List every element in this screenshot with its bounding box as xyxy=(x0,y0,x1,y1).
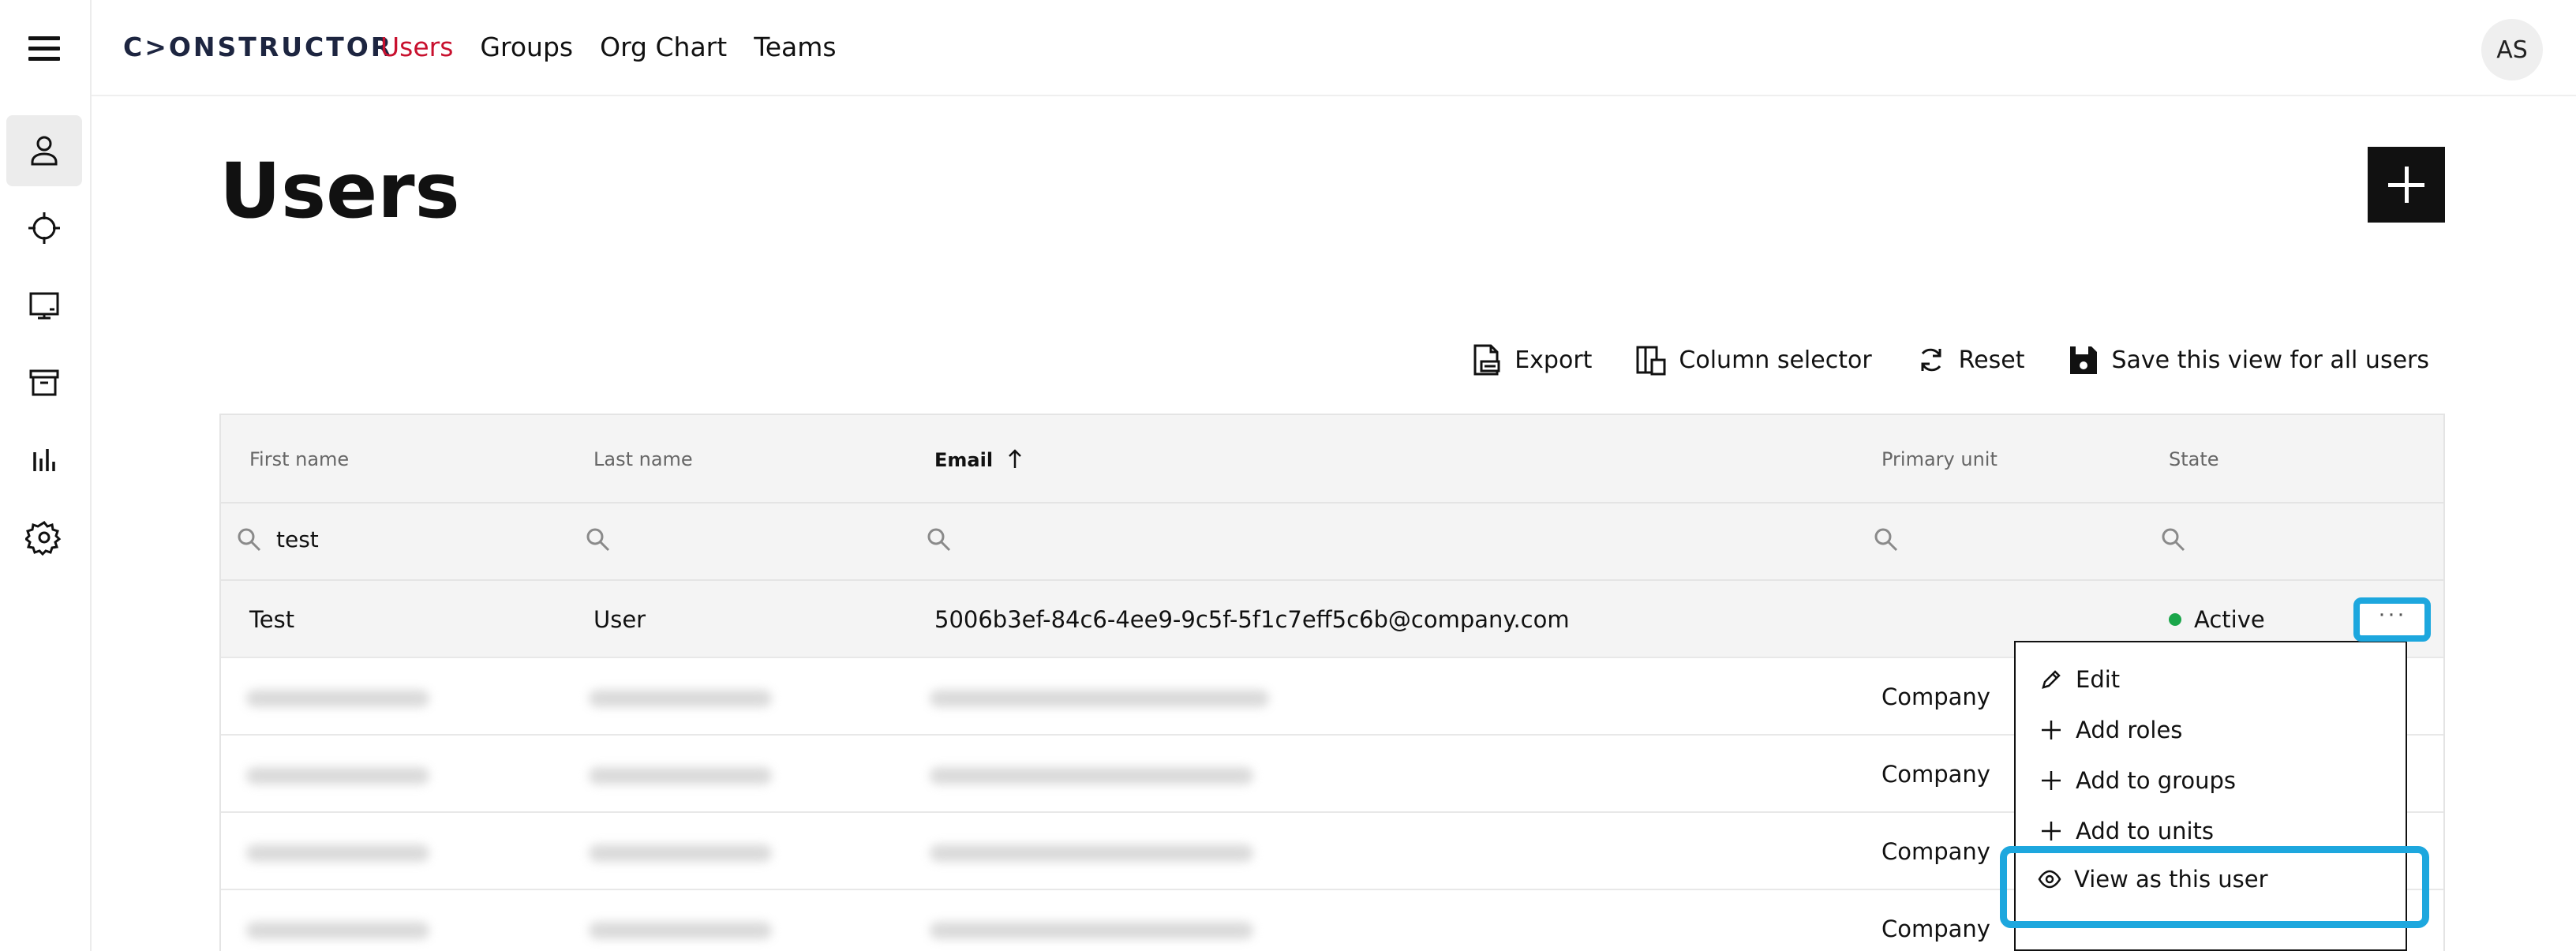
search-icon xyxy=(2162,528,2185,552)
reset-icon xyxy=(1921,348,1941,372)
status-dot xyxy=(2169,613,2181,626)
export-button[interactable]: Export xyxy=(1470,343,1592,377)
row-actions-button[interactable]: ··· xyxy=(2353,597,2431,642)
filter-first-name[interactable]: test xyxy=(235,526,319,552)
search-icon xyxy=(586,528,610,552)
header-last-name[interactable]: Last name xyxy=(593,448,693,470)
save-icon xyxy=(2070,346,2098,374)
export-label: Export xyxy=(1515,346,1593,374)
plus-icon xyxy=(2042,771,2061,790)
blurred-text xyxy=(589,922,772,939)
blurred-text xyxy=(246,690,429,707)
filter-email[interactable] xyxy=(925,526,952,552)
rail-item-analytics[interactable] xyxy=(6,425,82,496)
cell-primary-unit: Company xyxy=(1881,915,1990,942)
blurred-text xyxy=(589,767,772,784)
save-view-label: Save this view for all users xyxy=(2111,346,2429,374)
eye-icon xyxy=(2038,870,2061,889)
nav-teams[interactable]: Teams xyxy=(754,32,836,62)
filter-first-name-value[interactable]: test xyxy=(276,526,319,552)
search-icon xyxy=(1874,528,1898,552)
menu-item-add-to-units[interactable]: Add to units xyxy=(2039,818,2214,844)
table-header: First name Last name Email Primary unit … xyxy=(221,415,2443,504)
header-email[interactable]: Email xyxy=(934,448,1023,471)
rail-item-crosshair[interactable] xyxy=(6,193,82,264)
cell-primary-unit: Company xyxy=(1881,838,1990,865)
blurred-text xyxy=(589,690,772,707)
presentation-icon xyxy=(29,292,59,320)
menu-item-add-roles[interactable]: Add roles xyxy=(2039,717,2182,743)
rail-item-archive[interactable] xyxy=(6,347,82,418)
top-bar: C>ONSTRUCTOR Users Groups Org Chart Team… xyxy=(92,0,2576,96)
rail-item-users[interactable] xyxy=(6,115,82,186)
row-actions-menu: Edit Add roles Add to groups Add to unit… xyxy=(2014,641,2407,951)
cell-primary-unit: Company xyxy=(1881,761,1990,788)
menu-item-label: View as this user xyxy=(2074,866,2268,893)
filter-state[interactable] xyxy=(2159,526,2186,552)
cell-last-name: User xyxy=(593,606,646,633)
blurred-text xyxy=(589,844,772,862)
menu-item-label: Add to units xyxy=(2076,818,2214,844)
gear-icon xyxy=(25,521,62,556)
nav-users[interactable]: Users xyxy=(380,32,453,62)
filter-row: test xyxy=(221,504,2443,581)
menu-item-label: Add roles xyxy=(2076,717,2183,743)
menu-item-edit[interactable]: Edit xyxy=(2039,666,2120,693)
menu-item-label: Add to groups xyxy=(2076,767,2237,794)
menu-icon[interactable] xyxy=(28,36,60,63)
column-selector-label: Column selector xyxy=(1679,346,1872,374)
cell-primary-unit: Company xyxy=(1881,683,1990,710)
user-icon xyxy=(31,136,58,166)
main-nav: Users Groups Org Chart Teams xyxy=(380,32,837,62)
more-icon: ··· xyxy=(2378,601,2406,627)
nav-org-chart[interactable]: Org Chart xyxy=(600,32,727,62)
header-email-label: Email xyxy=(934,449,994,471)
filter-primary-unit[interactable] xyxy=(1872,526,1899,552)
column-selector-button[interactable]: Column selector xyxy=(1634,343,1872,377)
blurred-text xyxy=(930,844,1253,862)
rail-item-presentation[interactable] xyxy=(6,270,82,341)
blurred-text xyxy=(930,690,1269,707)
menu-item-view-as-user[interactable]: View as this user xyxy=(2038,866,2268,893)
plus-icon xyxy=(2042,721,2061,739)
header-primary-unit[interactable]: Primary unit xyxy=(1881,448,1998,470)
pencil-icon xyxy=(2042,670,2061,689)
save-view-button[interactable]: Save this view for all users xyxy=(2067,343,2429,377)
avatar[interactable]: AS xyxy=(2481,19,2543,80)
sort-ascending-icon xyxy=(1009,449,1022,468)
menu-item-add-to-groups[interactable]: Add to groups xyxy=(2039,767,2236,794)
table-toolbar: Export Column selector Reset Save this v… xyxy=(1470,343,2429,377)
reset-button[interactable]: Reset xyxy=(1915,343,2025,377)
state-label: Active xyxy=(2194,606,2265,633)
blurred-text xyxy=(930,767,1253,784)
column-selector-icon xyxy=(1636,346,1666,376)
cell-email: 5006b3ef-84c6-4ee9-9c5f-5f1c7eff5c6b@com… xyxy=(934,606,1570,633)
side-rail xyxy=(0,0,92,951)
nav-groups[interactable]: Groups xyxy=(480,32,573,62)
blurred-text xyxy=(246,767,429,784)
filter-last-name[interactable] xyxy=(584,526,611,552)
page-title: Users xyxy=(219,147,460,235)
crosshair-icon xyxy=(28,212,60,244)
logo[interactable]: C>ONSTRUCTOR xyxy=(123,32,393,62)
search-icon xyxy=(927,528,951,552)
plus-icon xyxy=(2042,822,2061,841)
cell-first-name: Test xyxy=(249,606,295,633)
menu-item-label: Edit xyxy=(2076,666,2121,693)
add-user-button[interactable] xyxy=(2368,147,2445,223)
header-state[interactable]: State xyxy=(2169,448,2219,470)
export-icon xyxy=(1473,344,1500,376)
blurred-text xyxy=(246,922,429,939)
reset-label: Reset xyxy=(1958,346,2025,374)
blurred-text xyxy=(930,922,1253,939)
header-first-name[interactable]: First name xyxy=(249,448,349,470)
cell-state: Active xyxy=(2169,606,2265,633)
rail-item-settings[interactable] xyxy=(6,502,82,573)
archive-icon xyxy=(29,369,59,396)
bar-chart-icon xyxy=(33,449,55,471)
search-icon xyxy=(238,528,261,552)
blurred-text xyxy=(246,844,429,862)
